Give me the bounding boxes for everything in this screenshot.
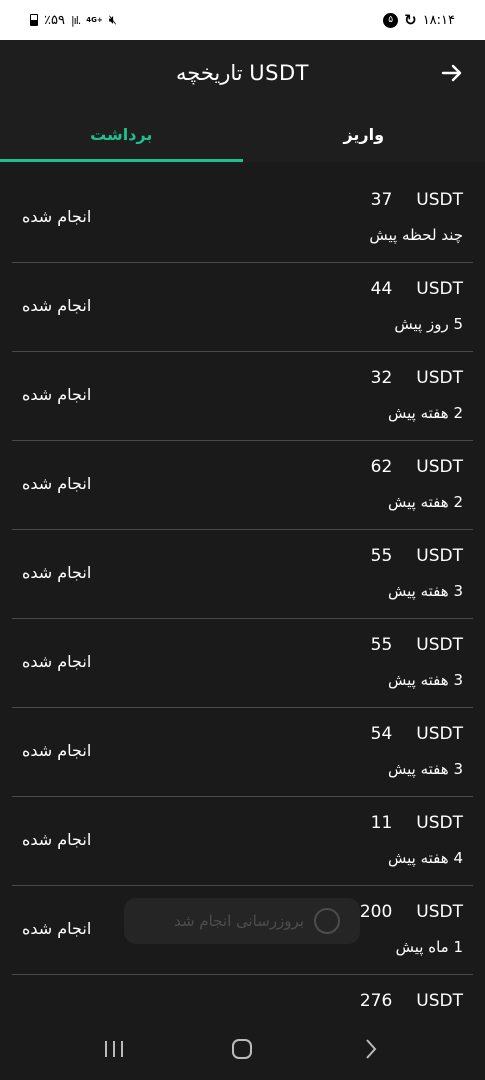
- home-icon: [232, 1039, 253, 1059]
- tab-deposit[interactable]: واریز: [243, 106, 485, 162]
- transaction-row[interactable]: 37 USDT چند لحظه پیش انجام شده: [12, 174, 473, 263]
- tab-withdraw-label: برداشت: [90, 124, 153, 144]
- transaction-time: 1 ماه پیش: [395, 938, 463, 956]
- signal-icon: |ıl.: [70, 13, 81, 27]
- transaction-row[interactable]: 11 USDT 4 هفته پیش انجام شده: [12, 797, 473, 886]
- transaction-time: 3 هفته پیش: [388, 760, 463, 778]
- recent-apps-button[interactable]: [94, 1029, 134, 1069]
- tab-deposit-label: واریز: [343, 124, 385, 144]
- transaction-currency: USDT: [416, 813, 463, 833]
- transaction-time: 2 هفته پیش: [388, 493, 463, 511]
- battery-icon: [30, 14, 38, 26]
- transaction-status: انجام شده: [22, 563, 92, 582]
- transaction-amount: 37: [370, 190, 393, 210]
- transaction-row[interactable]: 44 USDT 5 روز پیش انجام شده: [12, 263, 473, 352]
- transaction-currency: USDT: [416, 724, 463, 744]
- transaction-amount-line: 55 USDT: [371, 546, 463, 566]
- toast-text: بروزرسانی انجام شد: [174, 912, 304, 930]
- transaction-status: انجام شده: [22, 741, 92, 760]
- transaction-amount: 55: [370, 635, 393, 655]
- mute-icon: 🔇︎: [108, 12, 117, 28]
- transaction-time: 5 روز پیش: [394, 315, 463, 333]
- transaction-amount-line: 54 USDT: [371, 724, 463, 744]
- transaction-time: 2 هفته پیش: [388, 404, 463, 422]
- transaction-row[interactable]: 62 USDT 2 هفته پیش انجام شده: [12, 441, 473, 530]
- transaction-amount: 55: [370, 546, 393, 566]
- refresh-icon: [314, 908, 340, 934]
- transaction-amount-line: 62 USDT: [371, 457, 463, 477]
- page-title: تاریخچه USDT: [176, 61, 309, 85]
- transaction-time: 3 هفته پیش: [388, 671, 463, 689]
- transaction-amount: 32: [370, 368, 393, 388]
- transaction-amount-line: 55 USDT: [371, 635, 463, 655]
- transaction-amount-line: 32 USDT: [371, 368, 463, 388]
- transaction-status: انجام شده: [22, 207, 92, 226]
- transaction-amount: 276: [359, 991, 393, 1011]
- transaction-amount: 62: [370, 457, 393, 477]
- transaction-row[interactable]: 54 USDT 3 هفته پیش انجام شده: [12, 708, 473, 797]
- transaction-time: 3 هفته پیش: [388, 582, 463, 600]
- app-bar: تاریخچه USDT: [0, 40, 485, 106]
- transaction-currency: USDT: [416, 279, 463, 299]
- home-button[interactable]: [222, 1029, 262, 1069]
- status-bar: ٪۵۹ |ıl. 4G+ 🔇︎ ۵ ↻ ۱۸:۱۴: [0, 0, 485, 40]
- back-button[interactable]: [437, 58, 467, 88]
- transaction-currency: USDT: [416, 991, 463, 1011]
- recent-apps-icon: [105, 1041, 124, 1057]
- transaction-currency: USDT: [416, 190, 463, 210]
- back-nav-button[interactable]: [351, 1029, 391, 1069]
- transaction-amount-line: 276 USDT: [360, 991, 463, 1011]
- chevron-right-icon: [366, 1039, 377, 1059]
- transaction-status: انجام شده: [22, 296, 92, 315]
- sync-icon: ↻: [404, 11, 417, 29]
- transaction-currency: USDT: [416, 368, 463, 388]
- network-type: 4G+: [86, 15, 103, 24]
- transaction-currency: USDT: [416, 902, 463, 922]
- notification-badge: ۵: [383, 12, 399, 28]
- transaction-amount-line: 37 USDT: [371, 190, 463, 210]
- battery-level: ٪۵۹: [44, 12, 65, 28]
- transaction-status: انجام شده: [22, 652, 92, 671]
- transaction-currency: USDT: [416, 635, 463, 655]
- toast-message: بروزرسانی انجام شد: [124, 898, 360, 944]
- transaction-amount-line: 200 USDT: [360, 902, 463, 922]
- transaction-status: انجام شده: [22, 474, 92, 493]
- tab-bar: برداشت واریز: [0, 106, 485, 162]
- status-right: ۵ ↻ ۱۸:۱۴: [383, 11, 455, 29]
- transaction-status: انجام شده: [22, 919, 92, 938]
- transaction-amount: 200: [359, 902, 393, 922]
- transaction-status: انجام شده: [22, 830, 92, 849]
- transaction-status: انجام شده: [22, 385, 92, 404]
- transaction-currency: USDT: [416, 457, 463, 477]
- status-left: ٪۵۹ |ıl. 4G+ 🔇︎: [30, 13, 117, 28]
- transaction-amount-line: 44 USDT: [371, 279, 463, 299]
- status-time: ۱۸:۱۴: [422, 12, 455, 28]
- transaction-row[interactable]: 55 USDT 3 هفته پیش انجام شده: [12, 619, 473, 708]
- transaction-amount: 44: [370, 279, 393, 299]
- arrow-right-icon: [441, 64, 462, 82]
- tab-withdraw[interactable]: برداشت: [0, 106, 243, 162]
- transaction-row[interactable]: 32 USDT 2 هفته پیش انجام شده: [12, 352, 473, 441]
- transaction-amount: 54: [370, 724, 393, 744]
- system-nav-bar: [0, 1018, 485, 1080]
- transaction-amount: 11: [370, 813, 393, 833]
- transaction-row[interactable]: 55 USDT 3 هفته پیش انجام شده: [12, 530, 473, 619]
- transaction-time: 4 هفته پیش: [388, 849, 463, 867]
- transaction-currency: USDT: [416, 546, 463, 566]
- transaction-amount-line: 11 USDT: [371, 813, 463, 833]
- transaction-time: چند لحظه پیش: [369, 226, 463, 244]
